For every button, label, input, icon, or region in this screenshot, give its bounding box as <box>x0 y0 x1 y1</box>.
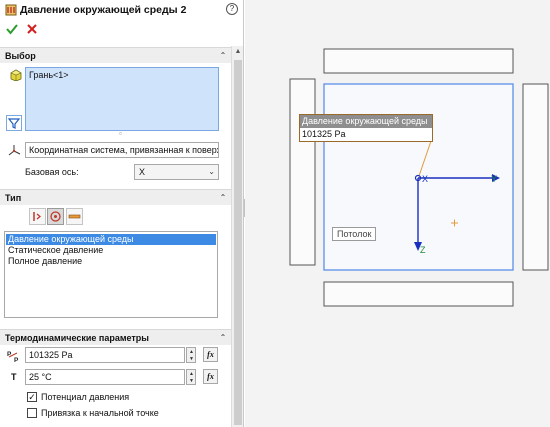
type-button-3[interactable] <box>66 208 83 225</box>
checkmark-icon[interactable] <box>5 22 19 36</box>
face-icon <box>10 69 22 81</box>
face-selection-list[interactable]: Грань<1> <box>25 67 219 131</box>
filter-icon <box>7 118 21 129</box>
filter-button[interactable] <box>6 115 22 131</box>
selection-group-header[interactable]: Выбор ⌃ <box>0 47 231 63</box>
resize-grip[interactable]: ▫ <box>119 129 122 138</box>
pressure-field[interactable]: 101325 Pa <box>25 347 185 363</box>
axis-z-label: Z <box>420 245 426 255</box>
manager-title: Давление окружающей среды 2 <box>20 4 187 16</box>
manager-header: Давление окружающей среды 2 ? <box>0 0 243 20</box>
list-item[interactable]: Давление окружающей среды <box>6 234 216 245</box>
pressure-callout[interactable]: Давление окружающей среды 101325 Pa <box>299 114 433 142</box>
type-group: Тип ⌃ Давление окружающей среды Статичес… <box>0 189 231 327</box>
selection-group: Выбор ⌃ Грань<1> ▫ Координатная система,… <box>0 47 231 187</box>
temperature-label: T <box>11 372 17 382</box>
selection-group-title: Выбор <box>5 51 36 61</box>
potential-label: Потенциал давления <box>41 392 130 402</box>
type-button-2[interactable] <box>47 208 64 225</box>
base-axis-label: Базовая ось: <box>25 167 79 177</box>
base-axis-value: X <box>139 167 146 177</box>
pressure-spinner[interactable]: ▲ ▼ <box>186 347 196 363</box>
type-group-title: Тип <box>5 193 22 203</box>
wall-right[interactable] <box>522 83 549 271</box>
coordinate-system-field[interactable]: Координатная система, привязанная к пове… <box>25 142 219 158</box>
selected-face-item[interactable]: Грань<1> <box>29 70 69 80</box>
property-manager: Давление окружающей среды 2 ? Выбор ⌃ Гр… <box>0 0 244 427</box>
list-item[interactable]: Полное давление <box>6 256 216 267</box>
callout-title: Давление окружающей среды <box>300 115 432 128</box>
chevron-down-icon: ⌄ <box>208 167 215 176</box>
graphics-area[interactable]: X Y Z Давление окружающей среды 101325 P… <box>245 0 550 427</box>
model-view <box>289 48 549 307</box>
scroll-thumb[interactable] <box>234 60 242 425</box>
pressure-fx-button[interactable]: fx <box>203 347 218 362</box>
thermo-group: Термодинамические параметры ⌃ P P 101325… <box>0 329 231 427</box>
wall-left[interactable] <box>289 78 316 266</box>
temperature-fx-button[interactable]: fx <box>203 369 218 384</box>
reference-label: Привязка к начальной точке <box>41 408 159 418</box>
scroll-up-icon[interactable]: ▲ <box>232 46 243 58</box>
reference-checkbox[interactable] <box>27 408 37 418</box>
face-label-tag[interactable]: Потолок <box>332 227 377 241</box>
thermo-group-header[interactable]: Термодинамические параметры ⌃ <box>0 329 231 345</box>
environment-pressure-icon <box>50 211 61 222</box>
x-icon[interactable] <box>25 22 39 36</box>
thermo-group-title: Термодинамические параметры <box>5 333 149 343</box>
wall-icon <box>68 214 81 219</box>
potential-checkbox[interactable]: ✓ <box>27 392 37 402</box>
svg-text:P: P <box>14 357 19 363</box>
temperature-field[interactable]: 25 °C <box>25 369 185 385</box>
pressure-icon: P P <box>7 351 19 363</box>
type-button-1[interactable] <box>29 208 46 225</box>
type-group-header[interactable]: Тип ⌃ <box>0 189 231 205</box>
scrollbar[interactable]: ▲ <box>231 46 243 427</box>
help-icon[interactable]: ? <box>226 3 238 15</box>
temperature-spinner[interactable]: ▲ ▼ <box>186 369 196 385</box>
type-list[interactable]: Давление окружающей среды Статическое да… <box>4 231 218 318</box>
callout-value[interactable]: 101325 Pa <box>300 128 432 141</box>
pressure-opening-icon <box>33 212 42 221</box>
list-item[interactable]: Статическое давление <box>6 245 216 256</box>
base-axis-dropdown[interactable]: X ⌄ <box>134 164 219 180</box>
collapse-icon[interactable]: ⌃ <box>218 193 228 203</box>
wall-top[interactable] <box>323 48 514 74</box>
coordinate-system-icon <box>8 145 21 156</box>
pressure-feature-icon <box>5 4 17 16</box>
wall-bottom[interactable] <box>323 281 514 307</box>
collapse-icon[interactable]: ⌃ <box>218 51 228 61</box>
collapse-icon[interactable]: ⌃ <box>218 333 228 343</box>
axis-x-label: X <box>422 174 429 184</box>
axis-y-label: Y <box>491 174 498 184</box>
